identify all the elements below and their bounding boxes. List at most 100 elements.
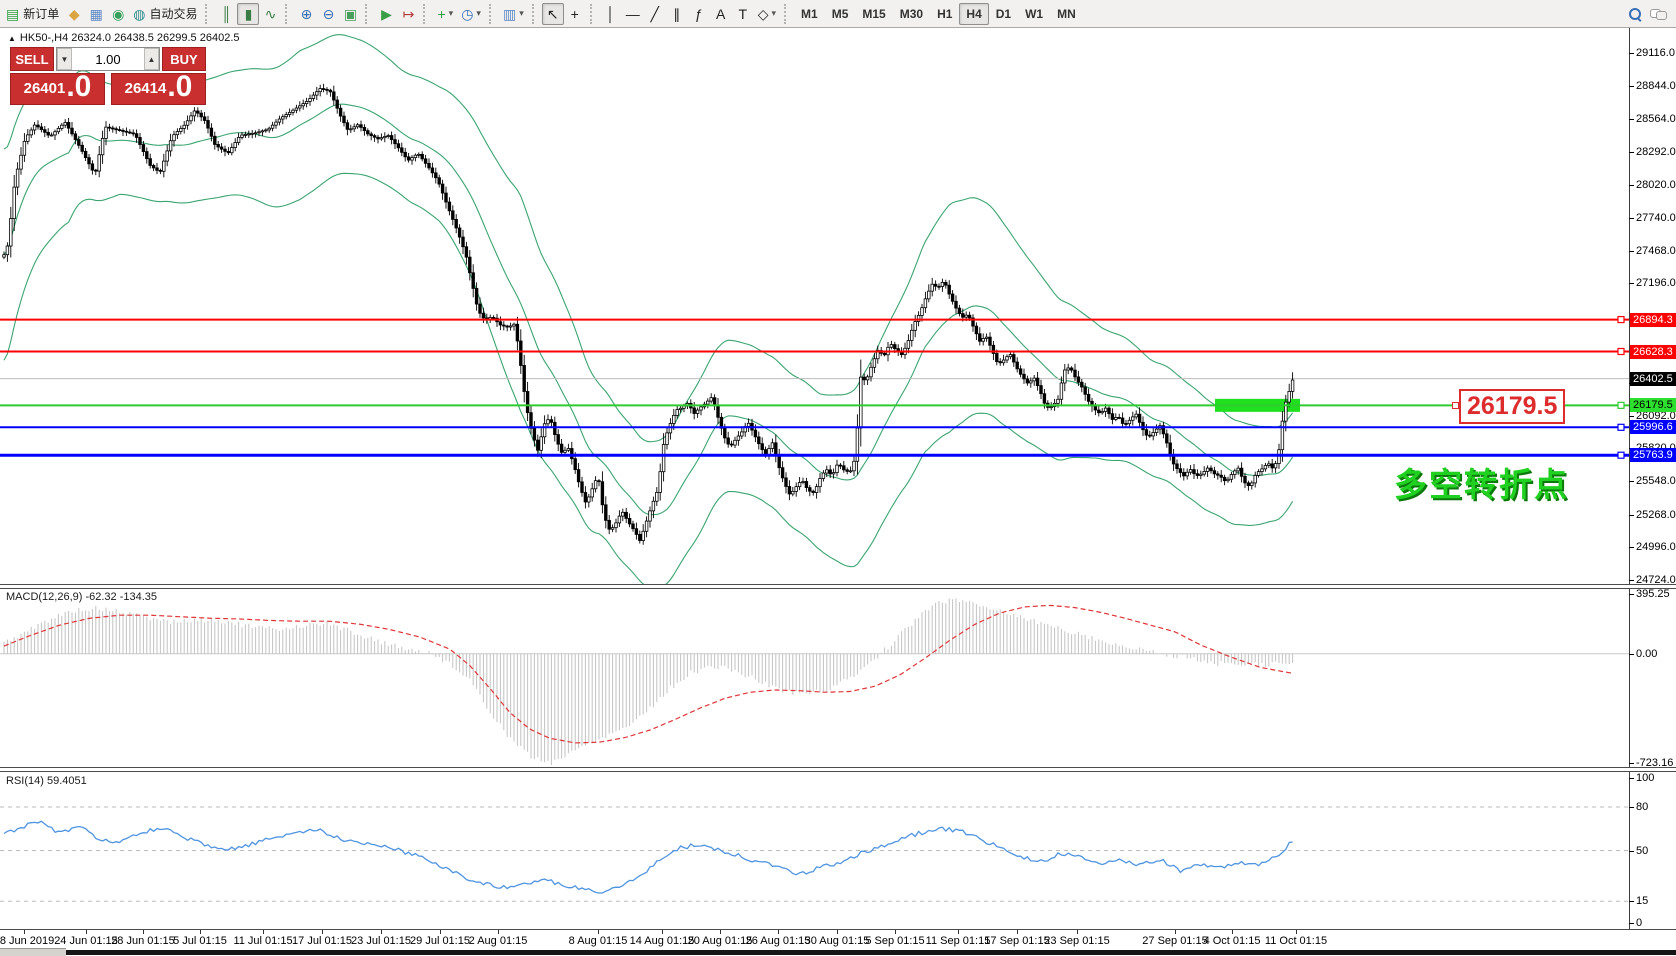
price-axis[interactable]: 29116.028844.028564.028292.028020.027740… [1630, 0, 1676, 930]
time-tick [778, 930, 779, 934]
buy-price-main: 26414 [125, 76, 167, 102]
time-label: 23 Sep 01:15 [1044, 935, 1109, 947]
sell-price-button[interactable]: 26401.0 [10, 73, 105, 105]
fibonacci-button[interactable]: ƒ [688, 3, 710, 25]
price-tick-label: 28020.0 [1636, 179, 1676, 192]
market-watch-button[interactable]: ▦ [85, 3, 107, 25]
timeframe-m15-button[interactable]: M15 [855, 3, 892, 25]
toolbar-grip [365, 4, 371, 24]
add-indicator-icon: + [437, 7, 445, 21]
time-label: 4 Oct 01:15 [1204, 935, 1261, 947]
time-label: 2 Aug 01:15 [469, 935, 528, 947]
chart-header: ▲ HK50-,H4 26324.0 26438.5 26299.5 26402.… [8, 32, 240, 44]
main-chart-canvas[interactable] [0, 28, 1629, 584]
rsi-scale-label: 50 [1636, 845, 1648, 858]
volume-decrease-button[interactable]: ▼ [57, 48, 72, 70]
line-price-label: 26179.5 [1630, 398, 1676, 412]
bar-chart-button[interactable]: ║ [215, 3, 237, 25]
timeframe-w1-button[interactable]: W1 [1018, 3, 1050, 25]
auto-trading-button[interactable]: ◍自动交易 [129, 3, 201, 25]
auto-scroll-button[interactable]: ▶ [375, 3, 397, 25]
price-callout-label[interactable]: 26179.5 [1459, 389, 1565, 424]
highlighter-button[interactable]: ◆ [63, 3, 85, 25]
time-tick [720, 930, 721, 934]
time-label: 8 Aug 01:15 [569, 935, 628, 947]
new-order-button[interactable]: ▤新订单 [2, 3, 63, 25]
macd-scale-label: 395.25 [1636, 588, 1670, 601]
time-label: 5 Jul 01:15 [173, 935, 227, 947]
time-label: 26 Aug 01:15 [746, 935, 811, 947]
text-button[interactable]: A [710, 3, 732, 25]
signals-icon: ◉ [112, 7, 124, 21]
buy-button[interactable]: BUY [162, 47, 206, 71]
time-tick [1017, 930, 1018, 934]
templates-button[interactable]: ▥▾ [499, 3, 528, 25]
new-order-button-label: 新订单 [23, 5, 59, 22]
add-indicator-button[interactable]: +▾ [433, 3, 457, 25]
pane-separator[interactable] [0, 767, 1676, 772]
collapse-panel-icon[interactable]: ▲ [8, 34, 16, 43]
signals-button[interactable]: ◉ [107, 3, 129, 25]
sell-price-frac: .0 [66, 72, 91, 102]
volume-input[interactable] [72, 48, 144, 70]
auto-trading-button-label: 自动交易 [149, 5, 197, 22]
chart-shift-button[interactable]: ↦ [397, 3, 419, 25]
time-label: 30 Aug 01:15 [805, 935, 870, 947]
buy-price-button[interactable]: 26414.0 [111, 73, 206, 105]
timeframe-m30-button[interactable]: M30 [893, 3, 930, 25]
timeframe-mn-button[interactable]: MN [1050, 3, 1083, 25]
line-price-label: 26894.3 [1630, 313, 1676, 327]
rsi-pane-border [0, 929, 1676, 930]
volume-spinner: ▼ ▲ [56, 47, 160, 71]
arrows-button[interactable]: ◇▾ [754, 3, 780, 25]
chart-shift-icon: ↦ [403, 7, 415, 21]
periods-button[interactable]: ◷▾ [457, 3, 485, 25]
time-tick [837, 930, 838, 934]
arrows-icon: ◇ [758, 7, 769, 21]
candlestick-button[interactable]: ▮ [237, 3, 259, 25]
line-price-label: 25763.9 [1630, 448, 1676, 462]
price-tick-label: 27468.0 [1636, 245, 1676, 258]
timeframe-d1-button[interactable]: D1 [989, 3, 1018, 25]
callout-anchor-marker[interactable] [1452, 402, 1459, 409]
symbol-ohlc-text: HK50-,H4 26324.0 26438.5 26299.5 26402.5 [20, 32, 240, 44]
rsi-pane-canvas[interactable] [0, 772, 1629, 929]
price-tick-label: 27196.0 [1636, 277, 1676, 290]
horizontal-line-button[interactable]: — [622, 3, 644, 25]
time-tick [200, 930, 201, 934]
zoom-in-button[interactable]: ⊕ [295, 3, 317, 25]
time-tick [1175, 930, 1176, 934]
time-label: 18 Jun 2019 [0, 935, 54, 947]
tile-windows-button[interactable]: ▣ [339, 3, 361, 25]
trendline-button[interactable]: ╱ [644, 3, 666, 25]
line-price-label: 25996.6 [1630, 420, 1676, 434]
timeframe-h1-button[interactable]: H1 [930, 3, 959, 25]
cursor-button[interactable]: ↖ [542, 3, 564, 25]
fibonacci-icon: ƒ [695, 7, 703, 21]
timeframe-m5-button[interactable]: M5 [825, 3, 856, 25]
time-axis[interactable]: 18 Jun 201924 Jun 01:1528 Jun 01:155 Jul… [0, 930, 1676, 950]
time-label: 17 Jul 01:15 [292, 935, 352, 947]
macd-pane-canvas[interactable] [0, 588, 1629, 766]
time-label: 20 Aug 01:15 [688, 935, 753, 947]
zoom-out-icon: ⊖ [323, 7, 335, 21]
vertical-line-button[interactable]: │ [600, 3, 622, 25]
chinese-annotation[interactable]: 多空转折点 [1394, 458, 1569, 506]
toolbar-grip [532, 4, 538, 24]
sell-button[interactable]: SELL [10, 47, 54, 71]
volume-increase-button[interactable]: ▲ [144, 48, 159, 70]
timeframe-h4-button[interactable]: H4 [959, 3, 988, 25]
timeframe-m1-button[interactable]: M1 [794, 3, 825, 25]
highlighter-icon: ◆ [69, 7, 80, 21]
channel-button[interactable]: ∥ [666, 3, 688, 25]
pane-separator[interactable] [0, 584, 1676, 589]
line-chart-button[interactable]: ∿ [259, 3, 281, 25]
crosshair-button[interactable]: + [564, 3, 586, 25]
zoom-in-icon: ⊕ [301, 7, 313, 21]
price-tick-label: 24996.0 [1636, 541, 1676, 554]
time-tick [1296, 930, 1297, 934]
macd-scale-label: 0.00 [1636, 648, 1657, 661]
price-tick-label: 28844.0 [1636, 80, 1676, 93]
zoom-out-button[interactable]: ⊖ [317, 3, 339, 25]
text-label-button[interactable]: T [732, 3, 754, 25]
